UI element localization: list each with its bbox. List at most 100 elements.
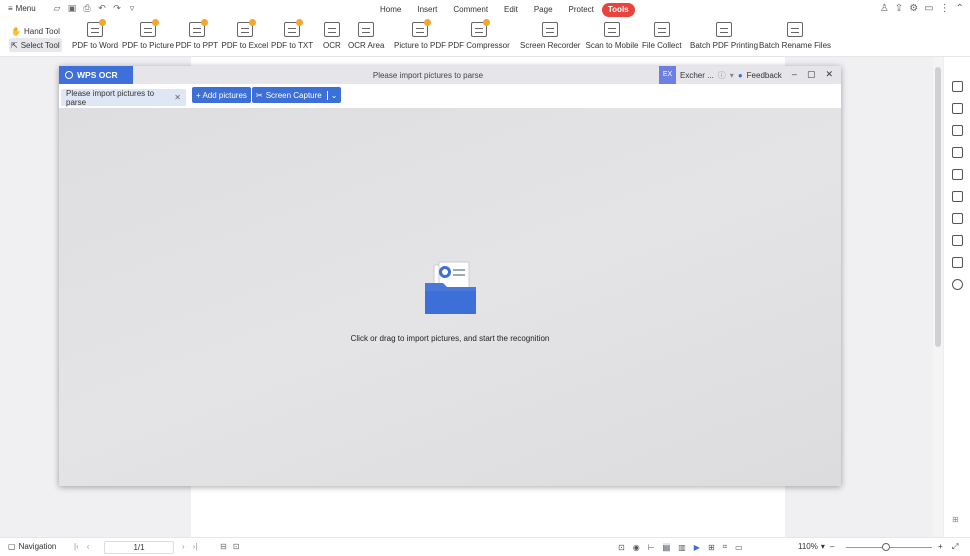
tab-protect[interactable]: Protect bbox=[561, 3, 602, 17]
navigation-button[interactable]: ▢ Navigation bbox=[8, 542, 56, 551]
user-icon[interactable]: ♙ bbox=[880, 3, 889, 14]
save-icon[interactable]: ▣ bbox=[67, 3, 77, 13]
tab-home[interactable]: Home bbox=[372, 3, 409, 17]
next-page-icon[interactable]: › bbox=[182, 542, 185, 551]
redo-icon[interactable]: ↷ bbox=[112, 3, 122, 13]
comment-icon[interactable]: ▭ bbox=[924, 3, 933, 14]
folder-import-icon bbox=[425, 261, 476, 314]
ribbon-batch-pdf-printing[interactable]: Batch PDF Printing bbox=[690, 22, 758, 50]
search-icon[interactable] bbox=[952, 279, 963, 290]
tab-close-icon[interactable]: ✕ bbox=[174, 93, 181, 102]
split-icon[interactable] bbox=[952, 213, 963, 224]
quick-access-toolbar: ▱ ▣ ⎙ ↶ ↷ ▿ bbox=[52, 3, 137, 13]
ribbon-pdf-to-excel[interactable]: PDF to Excel bbox=[222, 19, 268, 50]
fit-page-icon[interactable]: ⊡ bbox=[233, 542, 240, 551]
last-page-icon[interactable]: ›| bbox=[193, 542, 198, 551]
ocr-window-title: Please import pictures to parse bbox=[372, 71, 484, 80]
ribbon-file-collect[interactable]: File Collect bbox=[642, 22, 682, 50]
ribbon-item-label: Screen Recorder bbox=[520, 41, 581, 50]
crop-icon[interactable] bbox=[952, 169, 963, 180]
add-pictures-button[interactable]: + Add pictures bbox=[192, 87, 251, 103]
ocr-file-tab[interactable]: Please import pictures to parse ✕ bbox=[61, 89, 186, 107]
menu-button[interactable]: ≡ Menu bbox=[8, 4, 36, 13]
hand-tool[interactable]: ✋ Hand Tool bbox=[9, 24, 62, 38]
page-nav-prev: |‹ ‹ bbox=[74, 542, 89, 551]
ribbon-scan-to-mobile[interactable]: Scan to Mobile bbox=[586, 22, 638, 50]
fit-width-icon[interactable]: ⊟ bbox=[220, 542, 227, 551]
ribbon-picture-to-pdf[interactable]: Picture to PDF bbox=[394, 19, 446, 50]
crop-view-icon[interactable]: ⌗ bbox=[723, 542, 728, 552]
page-number-input[interactable]: 1/1 bbox=[104, 541, 174, 554]
drop-zone-hint: Click or drag to import pictures, and st… bbox=[350, 334, 550, 343]
tab-comment[interactable]: Comment bbox=[445, 3, 496, 17]
save-side-icon[interactable] bbox=[952, 257, 963, 268]
ribbon-screen-recorder[interactable]: Screen Recorder bbox=[520, 22, 580, 50]
ribbon-pdf-to-word[interactable]: PDF to Word bbox=[72, 19, 118, 50]
minimize-icon[interactable]: – bbox=[792, 69, 797, 80]
page-nav-next: › ›| bbox=[182, 542, 197, 551]
two-page-icon[interactable]: ⊢ bbox=[648, 543, 655, 552]
pdf-to-picture-icon bbox=[140, 19, 159, 37]
vertical-scrollbar[interactable] bbox=[933, 57, 943, 537]
single-page-icon[interactable]: ▤ bbox=[662, 542, 671, 552]
eye-protection-icon[interactable]: ◉ bbox=[633, 543, 640, 552]
user-name: Excher ... bbox=[680, 70, 714, 80]
settings-icon[interactable]: ⚙ bbox=[909, 3, 918, 14]
ribbon-pdf-to-txt[interactable]: PDF to TXT bbox=[271, 19, 314, 50]
document-icon[interactable] bbox=[952, 125, 963, 136]
prev-page-icon[interactable]: ‹ bbox=[87, 542, 90, 551]
tab-tools[interactable]: Tools bbox=[601, 3, 635, 17]
open-icon[interactable]: ▱ bbox=[52, 3, 62, 13]
ribbon-item-label: Batch PDF Printing bbox=[690, 41, 759, 50]
pdf-to-excel-icon bbox=[236, 19, 256, 37]
ocr-user-account[interactable]: EX Excher ... ⓘ ▾ ● Feedback bbox=[659, 66, 782, 84]
fit-screen-icon[interactable]: ⊞ bbox=[708, 543, 715, 552]
share-icon[interactable]: ⇪ bbox=[895, 3, 903, 14]
tab-edit[interactable]: Edit bbox=[496, 3, 526, 17]
maximize-icon[interactable]: ▢ bbox=[807, 69, 816, 80]
fullscreen-icon[interactable]: ⤢ bbox=[952, 542, 958, 552]
customize-icon[interactable]: ▿ bbox=[127, 3, 137, 13]
ribbon-pdf-to-picture[interactable]: PDF to Picture bbox=[122, 19, 174, 50]
continuous-page-icon[interactable]: ▥ bbox=[678, 543, 686, 552]
compare-icon[interactable] bbox=[952, 147, 963, 158]
play-icon[interactable]: ▶ bbox=[694, 543, 700, 552]
premium-badge-icon bbox=[424, 19, 431, 26]
undo-icon[interactable]: ↶ bbox=[97, 3, 107, 13]
ribbon-pdf-compressor[interactable]: PDF Compressor bbox=[448, 19, 510, 50]
feedback-icon: ● bbox=[737, 70, 743, 80]
more-icon[interactable]: ⋮ bbox=[940, 3, 950, 14]
zoom-slider-handle[interactable] bbox=[882, 543, 890, 551]
print-icon[interactable]: ⎙ bbox=[82, 3, 92, 13]
hamburger-icon: ≡ bbox=[8, 4, 13, 13]
full-width-icon[interactable]: ▭ bbox=[735, 543, 743, 552]
print-side-icon[interactable] bbox=[952, 235, 963, 246]
ribbon-pdf-to-ppt[interactable]: PDF to PPT bbox=[176, 19, 218, 50]
properties-icon[interactable] bbox=[952, 81, 963, 92]
feedback-link[interactable]: Feedback bbox=[747, 71, 782, 80]
reading-mode-icon[interactable]: ⊡ bbox=[618, 543, 625, 552]
edit-icon[interactable] bbox=[952, 103, 963, 114]
ribbon-ocr-area[interactable]: OCR Area bbox=[348, 22, 384, 50]
ribbon-batch-rename-files[interactable]: Batch Rename Files bbox=[759, 22, 831, 50]
scrollbar-thumb[interactable] bbox=[935, 67, 941, 347]
screen-capture-button[interactable]: ✂ Screen Capture ⌄ bbox=[252, 87, 342, 103]
fit-controls: ⊟ ⊡ bbox=[220, 542, 239, 551]
dropdown-chevron-icon[interactable]: ⌄ bbox=[326, 90, 337, 100]
ribbon-ocr[interactable]: OCR bbox=[323, 22, 341, 50]
ocr-icon bbox=[323, 22, 340, 37]
tab-page[interactable]: Page bbox=[526, 3, 561, 17]
ocr-drop-zone[interactable]: Click or drag to import pictures, and st… bbox=[59, 108, 841, 486]
close-icon[interactable]: ✕ bbox=[825, 69, 833, 80]
ribbon-item-label: PDF to TXT bbox=[271, 41, 314, 50]
zoom-in-button[interactable]: + bbox=[938, 542, 943, 551]
ribbon: ✋ Hand Tool ⇱ Select Tool PDF to Word PDF t… bbox=[0, 19, 970, 57]
signature-icon[interactable] bbox=[952, 191, 963, 202]
first-page-icon[interactable]: |‹ bbox=[74, 542, 79, 551]
collapse-ribbon-icon[interactable]: ⌃ bbox=[956, 3, 964, 14]
zoom-level[interactable]: 110% ▾ bbox=[798, 542, 825, 551]
zoom-out-button[interactable]: – bbox=[830, 542, 834, 551]
grid-icon[interactable]: ⊞ bbox=[952, 515, 963, 526]
select-tool[interactable]: ⇱ Select Tool bbox=[9, 38, 62, 52]
tab-insert[interactable]: Insert bbox=[409, 3, 445, 17]
